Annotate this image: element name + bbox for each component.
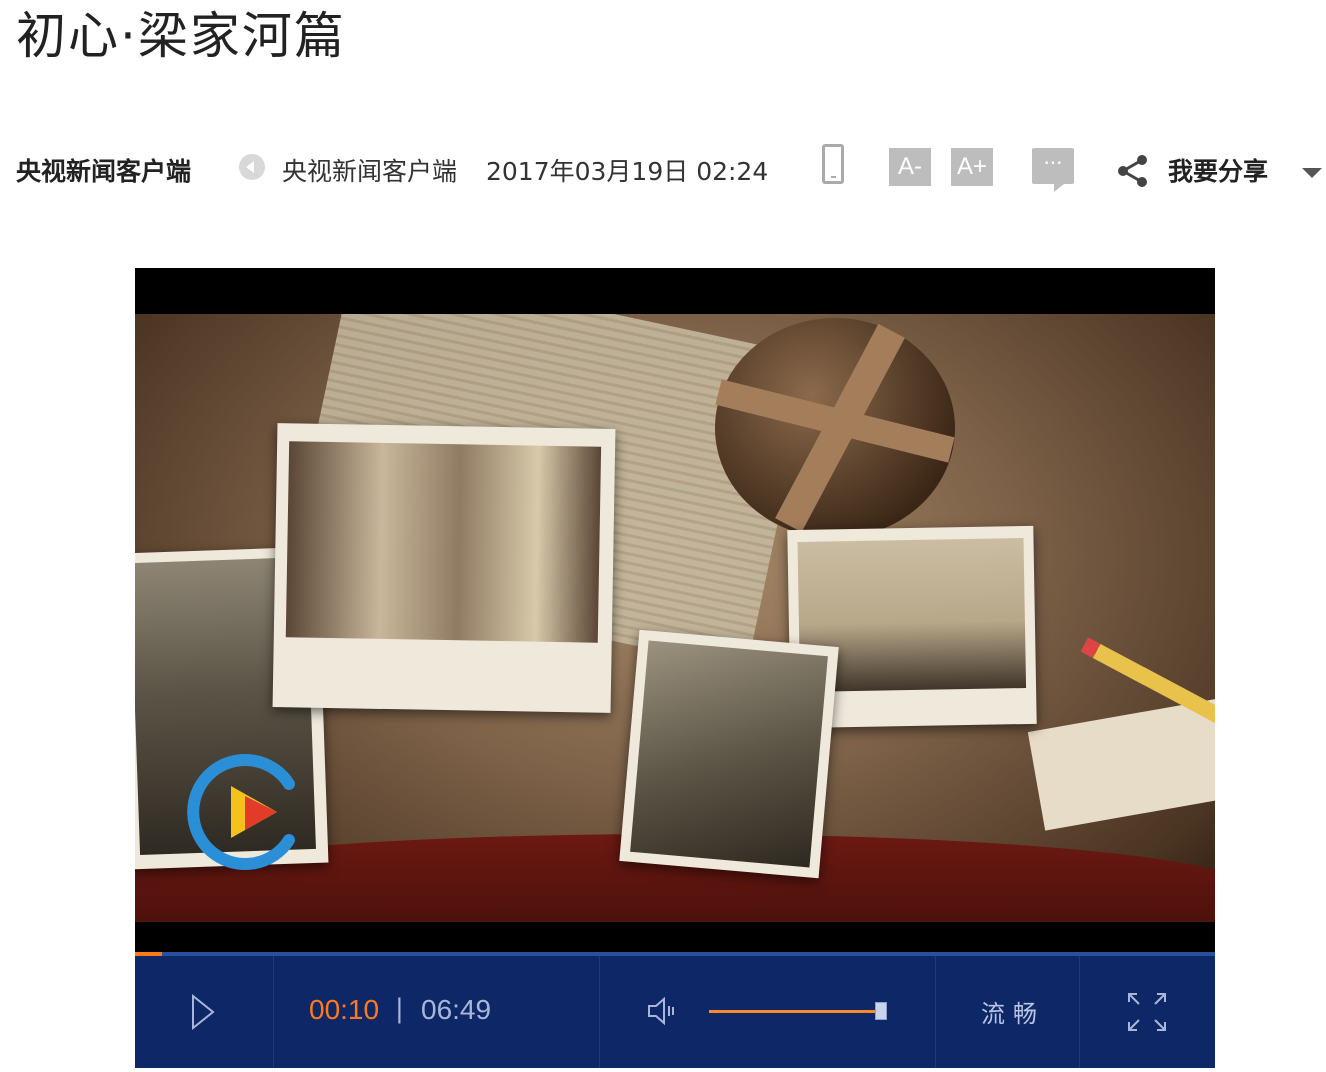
font-smaller-button[interactable]: A- [889,148,931,186]
wrapped-bundle-image [715,318,955,538]
comment-button[interactable]: ··· [1032,148,1074,192]
player-controls: 00:10 | 06:49 流畅 [135,956,1215,1068]
share-menu[interactable]: 我要分享 [1116,144,1326,188]
photo-worker [619,629,839,879]
share-icon [1118,155,1147,187]
source-channel[interactable]: 央视新闻客户端 [16,152,191,188]
total-time: 06:49 [421,994,492,1025]
volume-icon[interactable] [645,994,679,1028]
source-label: 央视新闻客户端 [282,157,458,186]
cctv-logo-icon [187,754,295,870]
time-separator: | [395,994,404,1024]
separator [1079,956,1080,1068]
chevron-down-icon[interactable] [1302,168,1322,178]
volume-slider[interactable] [709,1010,885,1013]
play-icon[interactable] [191,994,215,1030]
back-circle-icon[interactable] [239,154,265,180]
mobile-phone-icon[interactable] [822,144,844,184]
publish-date: 2017年03月19日 02:24 [486,157,769,186]
quality-selector[interactable]: 流畅 [981,994,1045,1029]
fullscreen-icon[interactable] [1127,992,1167,1032]
card-image [1027,697,1215,831]
video-player[interactable]: 00:10 | 06:49 流畅 [135,268,1215,1068]
photo-cave-room [272,423,616,713]
separator [935,956,936,1068]
article-title: 初心·梁家河篇 [16,7,346,65]
separator [273,956,274,1068]
separator [599,956,600,1068]
current-time: 00:10 [309,994,380,1025]
font-larger-button[interactable]: A+ [951,148,993,186]
article-meta-bar: 央视新闻客户端 央视新闻客户端 2017年03月19日 02:24 A- A+ … [16,140,1326,200]
volume-handle[interactable] [875,1002,887,1020]
share-label: 我要分享 [1168,157,1269,186]
volume-fill [709,1010,882,1013]
